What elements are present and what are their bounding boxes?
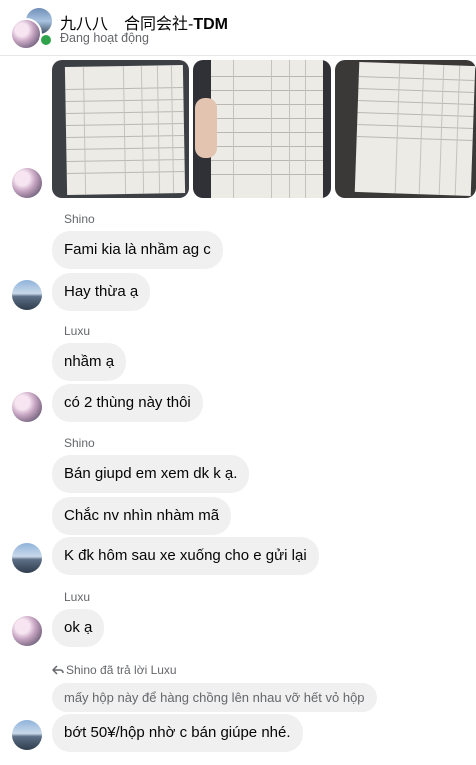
chat-header: 九八八 合同会社-TDM Đang hoạt động — [0, 0, 476, 56]
message-bubble[interactable]: Fami kia là nhầm ag c — [52, 231, 223, 269]
reply-indicator: Shino đã trả lời Luxu — [51, 663, 177, 678]
avatar[interactable] — [12, 543, 42, 573]
avatar[interactable] — [12, 392, 42, 422]
message-bubble[interactable]: Hay thừa ạ — [52, 273, 151, 311]
message-bubble[interactable]: K đk hôm sau xe xuống cho e gửi lại — [52, 537, 319, 575]
message-bubble[interactable]: Chắc nv nhìn nhàm mã — [52, 497, 232, 535]
quoted-message[interactable]: mấy hộp này để hàng chồng lên nhau vỡ hế… — [52, 683, 377, 712]
reply-label-text: Shino đã trả lời Luxu — [66, 663, 177, 677]
message-bubble[interactable]: Bán giupd em xem dk k ạ. — [52, 455, 250, 493]
reply-arrow-icon — [51, 664, 66, 678]
sender-name: Shino — [64, 212, 95, 226]
photo-attachments — [52, 60, 476, 198]
photo-attachment[interactable] — [193, 60, 331, 198]
online-status-dot — [39, 33, 53, 47]
sender-name: Luxu — [64, 590, 91, 604]
message-bubble[interactable]: có 2 thùng này thôi — [52, 384, 203, 422]
avatar[interactable] — [12, 720, 42, 750]
avatar[interactable] — [12, 168, 42, 198]
chat-status: Đang hoạt động — [60, 31, 149, 45]
avatar[interactable] — [12, 616, 42, 646]
photo-attachment[interactable] — [335, 60, 476, 198]
sender-name: Luxu — [64, 324, 91, 338]
message-bubble[interactable]: ok ạ — [52, 609, 105, 647]
sender-name: Shino — [64, 436, 95, 450]
message-bubble[interactable]: bớt 50¥/hộp nhờ c bán giúpe nhé. — [52, 714, 303, 752]
group-avatar-primary[interactable] — [10, 18, 42, 50]
photo-attachment[interactable] — [52, 60, 189, 198]
message-bubble[interactable]: nhầm ạ — [52, 343, 127, 381]
avatar[interactable] — [12, 280, 42, 310]
